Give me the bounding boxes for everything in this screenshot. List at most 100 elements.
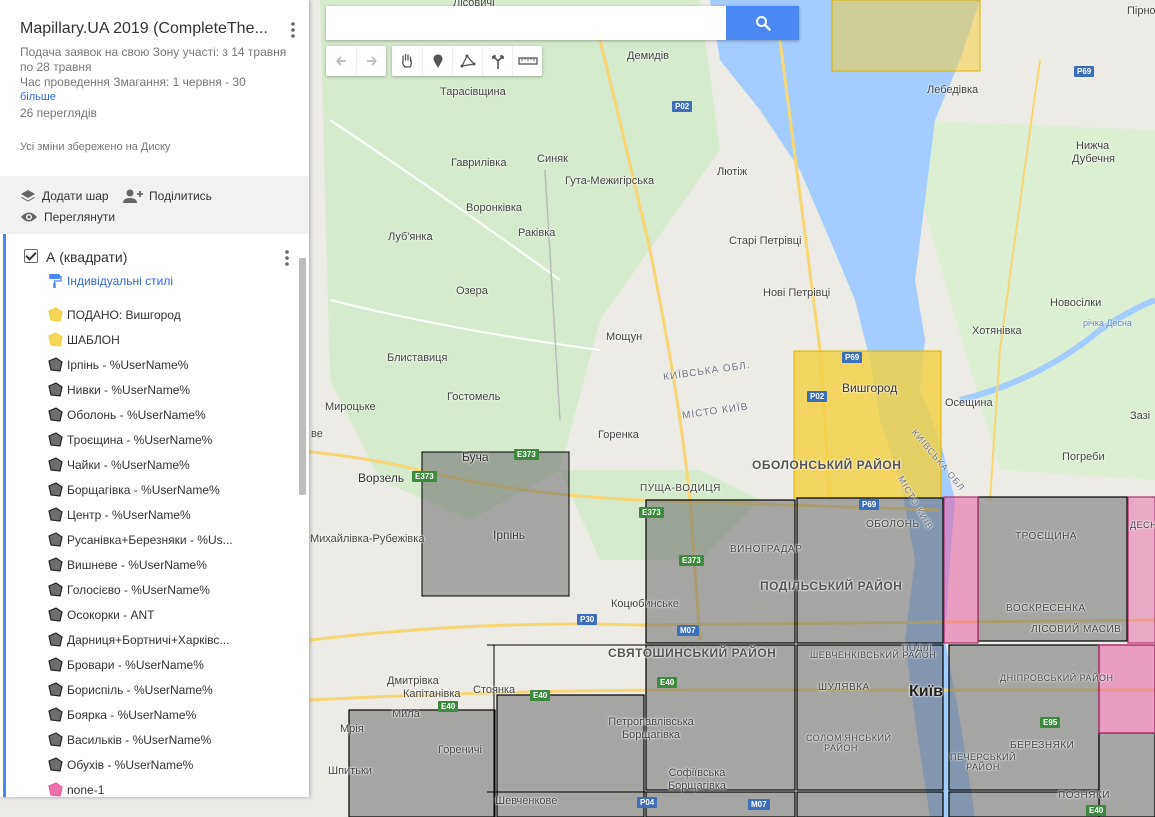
preview-button[interactable]: Переглянути bbox=[20, 206, 115, 227]
place-label: Ворзель bbox=[358, 471, 405, 485]
feature-item[interactable]: ПОДАНО: Вишгород bbox=[0, 302, 300, 327]
undo-button[interactable] bbox=[326, 46, 356, 76]
polygon-icon bbox=[47, 681, 63, 698]
layer-visibility-checkbox[interactable] bbox=[24, 249, 38, 263]
measure-button[interactable] bbox=[512, 46, 542, 76]
map-options-button[interactable] bbox=[291, 22, 295, 43]
place-label: ЛІСОВИЙ МАСИВ bbox=[1031, 624, 1122, 635]
feature-item[interactable]: Голосієво - %UserName% bbox=[0, 577, 300, 602]
place-label: Шевченкове bbox=[495, 795, 558, 807]
polygon-pink-south[interactable] bbox=[1098, 644, 1155, 734]
place-label: Софіївська Борщагівка bbox=[667, 767, 727, 792]
feature-label: Ірпінь - %UserName% bbox=[67, 357, 189, 372]
layer-options-button[interactable] bbox=[285, 250, 289, 271]
polygon-none-1[interactable] bbox=[943, 496, 979, 644]
layer-style-button[interactable]: Індивідуальні стилі bbox=[48, 273, 173, 289]
feature-item[interactable]: Центр - %UserName% bbox=[0, 502, 300, 527]
feature-item[interactable]: Дарниця+Бортничі+Харківс... bbox=[0, 627, 300, 652]
polygon-icon bbox=[47, 706, 63, 723]
feature-item[interactable]: Троєщина - %UserName% bbox=[0, 427, 300, 452]
polygon-nyvky[interactable] bbox=[645, 499, 796, 644]
polygon-icon bbox=[47, 531, 63, 548]
search-button[interactable] bbox=[726, 6, 799, 40]
place-label: Гута-Межигірська bbox=[565, 175, 655, 187]
polygon-pink-east[interactable] bbox=[1127, 496, 1155, 644]
feature-item[interactable]: Ірпінь - %UserName% bbox=[0, 352, 300, 377]
feature-label: Борщагівка - %UserName% bbox=[67, 482, 220, 497]
place-label: Озера bbox=[456, 285, 488, 297]
place-label: ВОСКРЕСЕНКА bbox=[1006, 603, 1086, 614]
polygon-chaiky[interactable] bbox=[348, 709, 496, 817]
more-link[interactable]: більше bbox=[20, 90, 289, 104]
polygon-troieshchyna[interactable] bbox=[977, 496, 1128, 642]
draw-line-button[interactable] bbox=[452, 46, 482, 76]
polygon-shablon[interactable] bbox=[831, 0, 981, 72]
layer-name[interactable]: А (квадрати) bbox=[46, 249, 127, 265]
road-shield: E373 bbox=[412, 471, 437, 482]
polygon-irpin[interactable] bbox=[421, 451, 570, 597]
redo-icon bbox=[366, 56, 377, 66]
add-directions-button[interactable] bbox=[482, 46, 512, 76]
place-label: річка Десна bbox=[1083, 318, 1132, 328]
search-input[interactable] bbox=[326, 6, 726, 40]
feature-item[interactable]: none-1 bbox=[0, 777, 300, 797]
polygon-pechersk[interactable] bbox=[796, 791, 944, 817]
save-status: Усі зміни збережено на Диску bbox=[20, 141, 171, 153]
feature-item[interactable]: ШАБЛОН bbox=[0, 327, 300, 352]
feature-item[interactable]: Вишневе - %UserName% bbox=[0, 552, 300, 577]
polygon-darnytsia[interactable] bbox=[1098, 732, 1155, 817]
feature-label: Вишневе - %UserName% bbox=[67, 557, 207, 572]
road-shield: E40 bbox=[530, 690, 551, 701]
road-shield: E373 bbox=[514, 449, 539, 460]
map-title[interactable]: Mapillary.UA 2019 (CompleteThe... bbox=[20, 20, 275, 38]
add-person-icon bbox=[123, 189, 144, 203]
preview-label: Переглянути bbox=[44, 209, 116, 224]
place-label: ПУЩА-ВОДИЦЯ bbox=[640, 483, 721, 494]
road-shield: P02 bbox=[672, 101, 693, 112]
place-label: Гореничі bbox=[438, 744, 482, 756]
feature-item[interactable]: Боярка - %UserName% bbox=[0, 702, 300, 727]
pan-tool-button[interactable] bbox=[392, 46, 422, 76]
view-count: 26 переглядів bbox=[20, 106, 97, 120]
feature-item[interactable]: Оболонь - %UserName% bbox=[0, 402, 300, 427]
feature-item[interactable]: Васильків - %UserName% bbox=[0, 727, 300, 752]
place-label: Лютіж bbox=[717, 166, 748, 178]
search-icon bbox=[755, 16, 771, 31]
feature-item[interactable]: Борщагівка - %UserName% bbox=[0, 477, 300, 502]
feature-item[interactable]: Осокорки - ANT bbox=[0, 602, 300, 627]
feature-label: Русанівка+Березняки - %Us... bbox=[67, 532, 233, 547]
map-search-bar bbox=[326, 6, 799, 40]
feature-label: Оболонь - %UserName% bbox=[67, 407, 206, 422]
panel-header: Mapillary.UA 2019 (CompleteThe... Подача… bbox=[0, 0, 309, 176]
place-label: ОБОЛОНЬ bbox=[866, 519, 920, 530]
feature-item[interactable]: Бровари - %UserName% bbox=[0, 652, 300, 677]
polygon-vyshhorod[interactable] bbox=[793, 350, 942, 499]
panel-scrollbar[interactable] bbox=[299, 258, 306, 495]
polygon-icon bbox=[47, 756, 63, 773]
feature-item[interactable]: Обухів - %UserName% bbox=[0, 752, 300, 777]
map-description[interactable]: Подача заявок на свою Зону участі: з 14 … bbox=[20, 45, 289, 104]
directions-icon bbox=[491, 55, 504, 69]
add-marker-button[interactable] bbox=[422, 46, 452, 76]
feature-item[interactable]: Чайки - %UserName% bbox=[0, 452, 300, 477]
polygon-holosiievo[interactable] bbox=[645, 791, 796, 817]
feature-item[interactable]: Нивки - %UserName% bbox=[0, 377, 300, 402]
polygon-tsentr[interactable] bbox=[796, 644, 944, 791]
polygon-icon bbox=[47, 581, 63, 598]
add-layer-button[interactable]: Додати шар bbox=[20, 185, 109, 206]
district-label: ДЕСНЯНСЬКИЙ РАЙОН bbox=[1130, 520, 1155, 530]
place-label: Синяк bbox=[537, 153, 568, 165]
feature-label: Бориспіль - %UserName% bbox=[67, 682, 213, 697]
place-label: Пірнове bbox=[1127, 5, 1155, 17]
share-button[interactable]: Поділитись bbox=[123, 185, 212, 206]
feature-item[interactable]: Бориспіль - %UserName% bbox=[0, 677, 300, 702]
place-label: Хотянівка bbox=[972, 325, 1022, 337]
feature-item[interactable]: Русанівка+Березняки - %Us... bbox=[0, 527, 300, 552]
feature-label: Голосієво - %UserName% bbox=[67, 582, 210, 597]
district-label: ОБОЛОНСЬКИЙ РАЙОН bbox=[752, 458, 902, 472]
redo-button[interactable] bbox=[356, 46, 386, 76]
description-line: Час проведення Змагання: 1 червня - 30 bbox=[20, 75, 246, 89]
place-label: Блиставиця bbox=[387, 352, 448, 364]
layers-icon bbox=[21, 189, 35, 202]
place-label: Осещина bbox=[945, 397, 993, 409]
